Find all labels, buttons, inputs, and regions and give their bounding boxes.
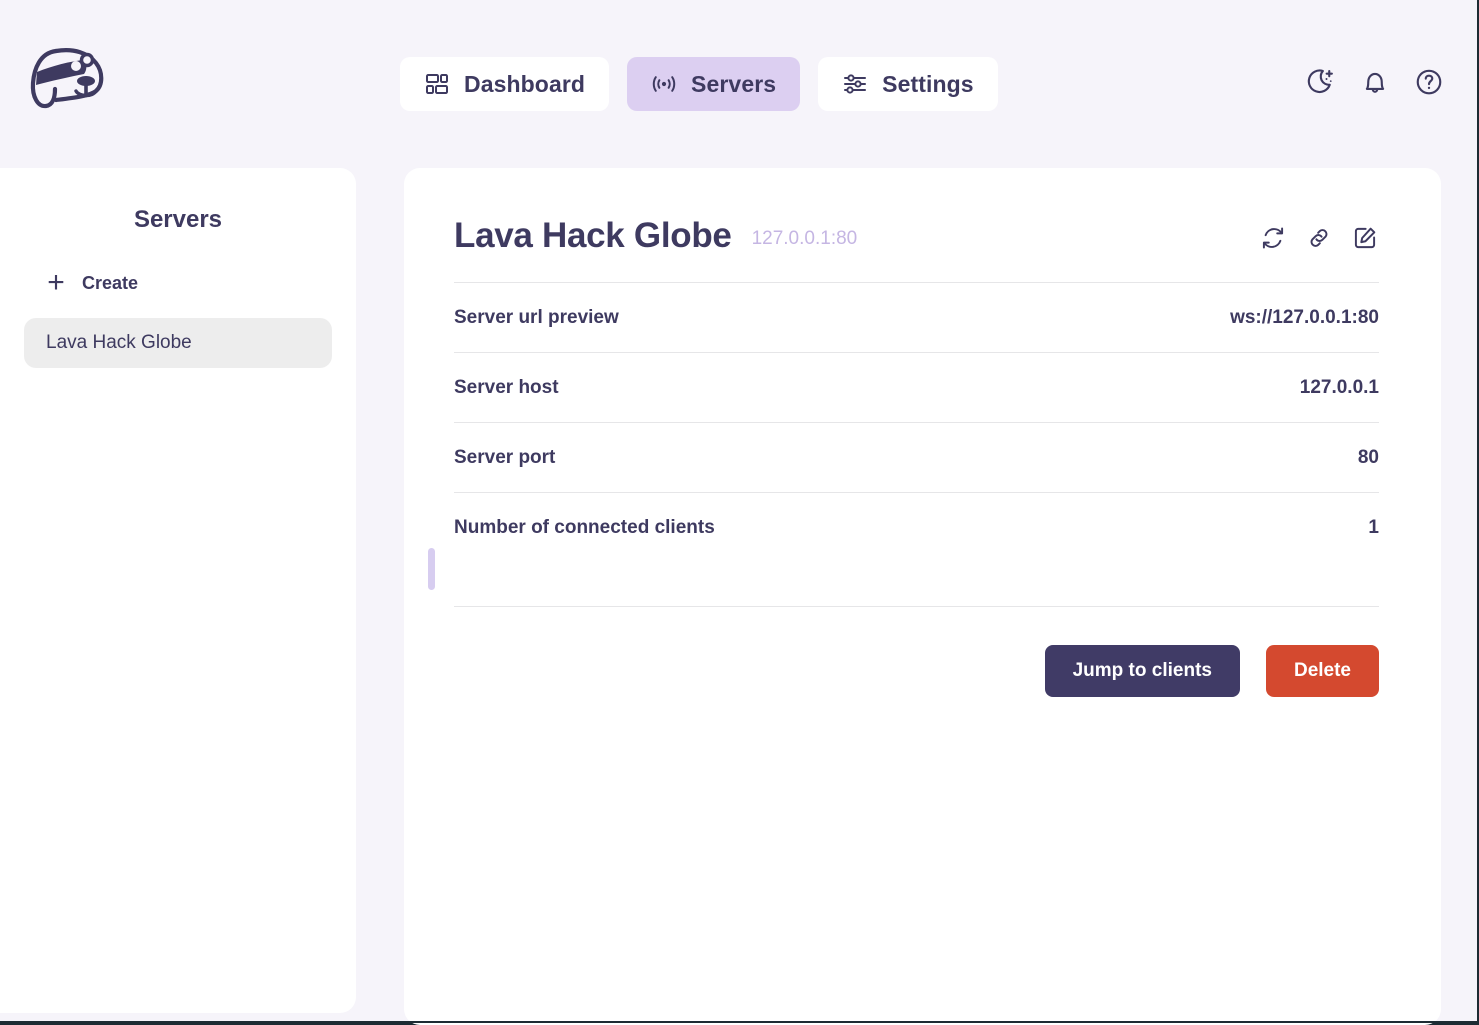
server-detail-panel: Lava Hack Globe 127.0.0.1:80 Server url … xyxy=(404,168,1441,1025)
tab-settings-label: Settings xyxy=(882,70,974,97)
help-circle-icon[interactable] xyxy=(1413,66,1445,98)
panel-buttons: Jump to clients Delete xyxy=(454,606,1379,697)
delete-button[interactable]: Delete xyxy=(1265,645,1379,697)
sidebar-title: Servers xyxy=(133,206,223,233)
detail-value: 80 xyxy=(1357,446,1379,468)
sidebar-item-lava-hack-globe[interactable]: Lava Hack Globe xyxy=(24,318,332,368)
plus-icon: + xyxy=(47,266,65,299)
jump-to-clients-button[interactable]: Jump to clients xyxy=(1044,645,1240,697)
detail-label: Server url preview xyxy=(454,306,619,328)
app-logo[interactable] xyxy=(24,38,120,118)
dark-mode-icon[interactable] xyxy=(1305,66,1337,98)
tab-settings[interactable]: Settings xyxy=(818,57,998,111)
bell-icon[interactable] xyxy=(1359,66,1391,98)
window-bottom-edge xyxy=(0,1021,1477,1023)
detail-label: Server host xyxy=(454,376,559,398)
sidebar: Servers + Create Lava Hack Globe xyxy=(0,168,356,1013)
main-navigation: Dashboard Servers Settings xyxy=(400,57,998,111)
panel-scrollbar-thumb[interactable] xyxy=(428,548,435,590)
create-server-button[interactable]: + Create xyxy=(24,262,332,304)
detail-row: Server host 127.0.0.1 xyxy=(454,352,1379,422)
main-area: Lava Hack Globe 127.0.0.1:80 Server url … xyxy=(356,168,1477,1025)
sliders-icon xyxy=(842,71,868,97)
broadcast-signal-icon xyxy=(651,71,677,97)
detail-label: Number of connected clients xyxy=(454,516,715,538)
detail-row: Server port 80 xyxy=(454,422,1379,492)
detail-label: Server port xyxy=(454,446,556,468)
link-icon[interactable] xyxy=(1305,224,1333,252)
detail-value: ws://127.0.0.1:80 xyxy=(1230,306,1379,328)
panel-header-actions xyxy=(1259,224,1379,252)
refresh-icon[interactable] xyxy=(1259,224,1287,252)
panel-header: Lava Hack Globe 127.0.0.1:80 xyxy=(454,216,1379,282)
tab-servers-label: Servers xyxy=(691,70,777,97)
tab-servers[interactable]: Servers xyxy=(627,57,801,111)
edit-icon[interactable] xyxy=(1351,224,1379,252)
detail-value: 1 xyxy=(1368,516,1379,538)
tab-dashboard-label: Dashboard xyxy=(464,70,586,97)
page-subtitle: 127.0.0.1:80 xyxy=(751,228,858,249)
detail-row: Number of connected clients 1 xyxy=(454,492,1379,562)
sidebar-item-label: Lava Hack Globe xyxy=(46,332,192,353)
top-action-icons xyxy=(1305,66,1445,98)
top-bar: Dashboard Servers Settings xyxy=(0,0,1477,156)
page-content: Servers + Create Lava Hack Globe Lava Ha… xyxy=(0,168,1477,1025)
create-server-label: Create xyxy=(82,272,139,293)
page-title: Lava Hack Globe xyxy=(454,216,732,255)
detail-row: Server url preview ws://127.0.0.1:80 xyxy=(454,282,1379,352)
tab-dashboard[interactable]: Dashboard xyxy=(400,57,610,111)
detail-value: 127.0.0.1 xyxy=(1299,376,1379,398)
dashboard-layout-icon xyxy=(424,71,450,97)
